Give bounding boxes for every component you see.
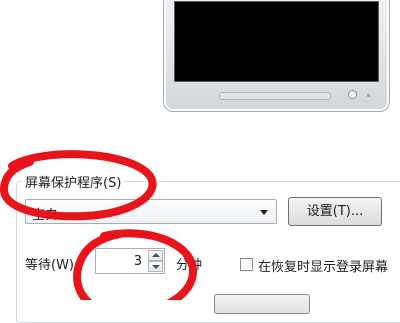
screensaver-select[interactable]: 空白 <box>25 199 277 224</box>
monitor-indicator <box>367 94 370 97</box>
spin-buttons <box>148 250 163 272</box>
wait-label: 等待(W): <box>25 258 79 273</box>
resume-logon-checkbox[interactable] <box>240 258 253 271</box>
screensaver-preview-monitor <box>163 0 390 112</box>
power-led-icon <box>348 90 357 99</box>
resume-logon-label[interactable]: 在恢复时显示登录屏幕 <box>258 256 388 275</box>
settings-button[interactable]: 设置(T)... <box>288 197 382 226</box>
screensaver-group-label: 屏幕保护程序(S) <box>22 172 125 191</box>
spin-up-button[interactable] <box>148 250 163 261</box>
arrow-down-icon <box>152 265 160 269</box>
wait-minutes-input[interactable] <box>96 249 146 273</box>
wait-minutes-stepper[interactable] <box>95 248 165 274</box>
preview-screen <box>174 1 379 82</box>
arrow-up-icon <box>152 253 160 257</box>
power-settings-button[interactable] <box>214 294 310 314</box>
spin-down-button[interactable] <box>148 261 163 272</box>
minutes-unit-label: 分钟 <box>176 258 203 273</box>
screensaver-selected-value: 空白 <box>32 208 59 223</box>
monitor-slot <box>219 92 331 100</box>
chevron-down-icon <box>260 210 268 215</box>
